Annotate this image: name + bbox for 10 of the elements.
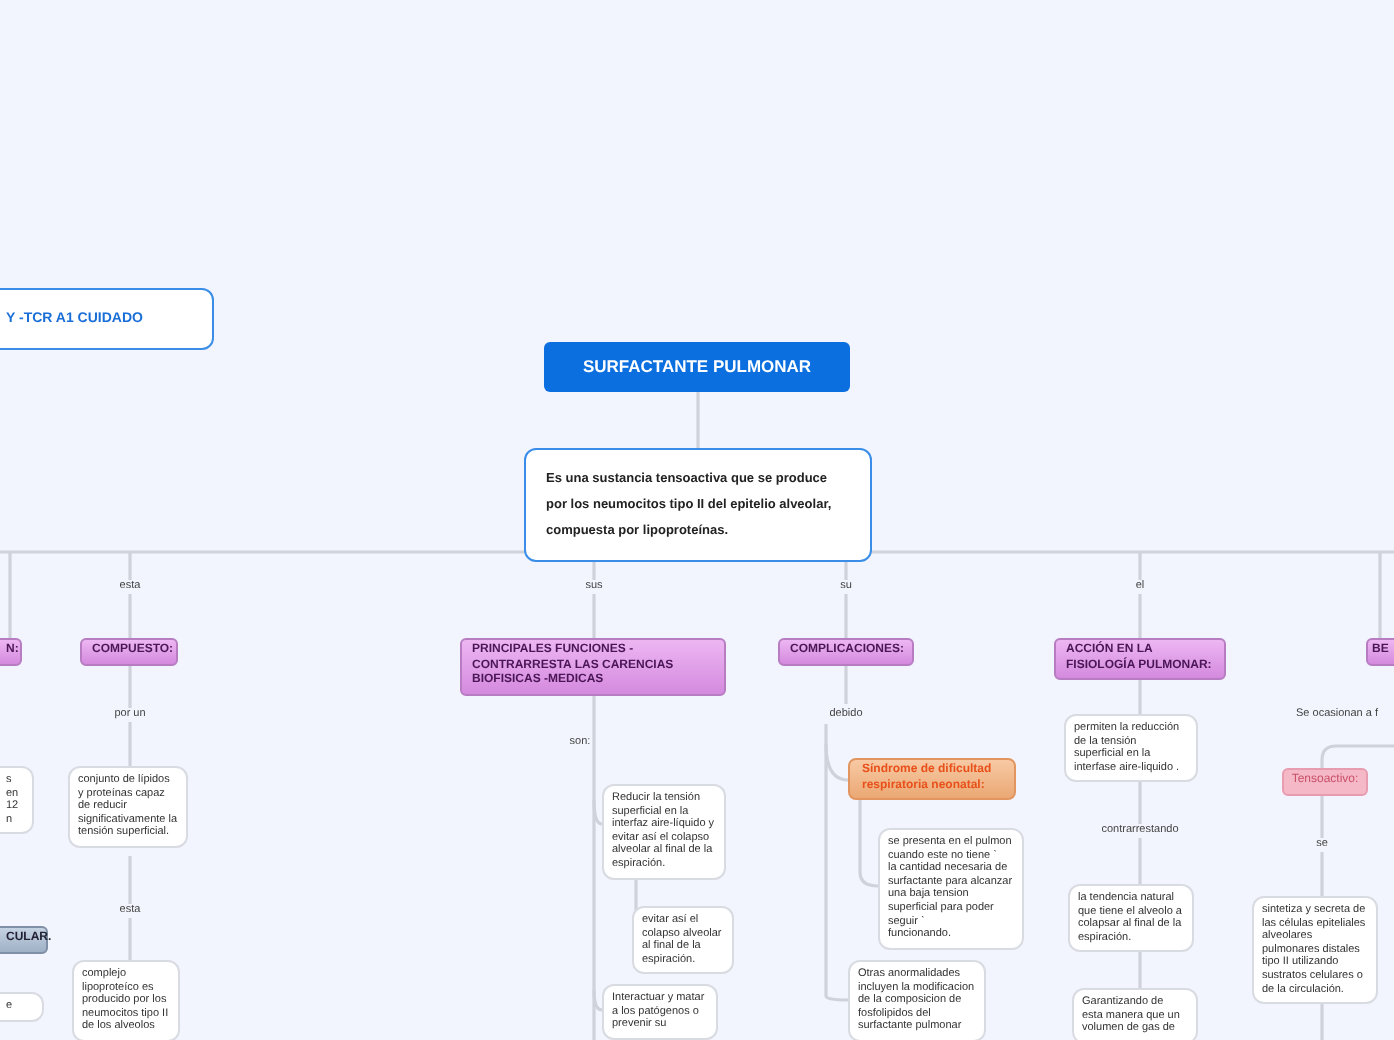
connector-line [1320,744,1394,768]
connector-line [128,856,132,962]
connector-line [1138,946,1142,988]
connector-line [858,794,879,888]
central-topic: SURFACTANTE PULMONAR [544,342,850,392]
connector-line [696,392,700,448]
connector-line [128,662,132,766]
connector-line [1138,676,1142,714]
connector-line [844,662,848,704]
connector-line [1320,792,1324,896]
